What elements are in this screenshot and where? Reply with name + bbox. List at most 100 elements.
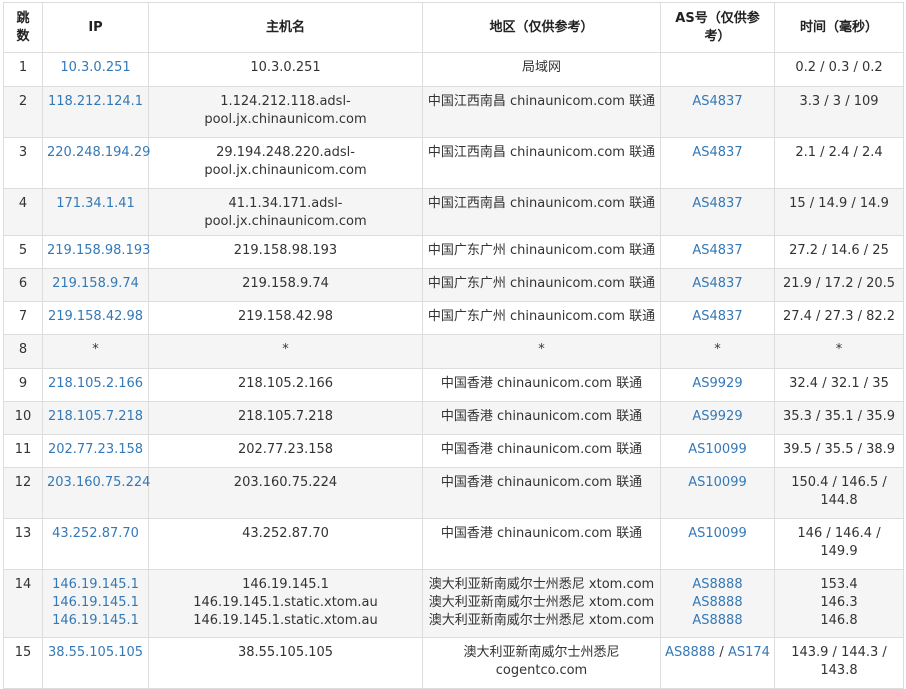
- ip-link[interactable]: 220.248.194.29: [47, 144, 150, 162]
- ip-link[interactable]: 146.19.145.1: [47, 594, 144, 612]
- ip-cell: 202.77.23.158: [42, 434, 149, 468]
- table-row: 2 118.212.124.1 1.124.212.118.adsl-pool.jx…: [3, 86, 904, 138]
- as-link[interactable]: AS4837: [665, 242, 770, 260]
- as-link[interactable]: AS4837: [665, 144, 770, 162]
- time-cell: 39.5 / 35.5 / 38.9: [774, 434, 904, 468]
- host-text: 1.124.212.118.adsl-: [220, 94, 351, 109]
- table-row: 8 * * * * *: [3, 334, 904, 369]
- region-text: 中国香港 chinaunicom.com 联通: [440, 376, 643, 391]
- as-link[interactable]: AS4837: [665, 275, 770, 293]
- time-cell: 150.4 / 146.5 / 144.8: [774, 467, 904, 519]
- as-cell: AS10099: [660, 467, 775, 519]
- as-link[interactable]: AS10099: [665, 474, 770, 492]
- host-text: 218.105.2.166: [237, 376, 334, 391]
- as-link[interactable]: AS174: [728, 645, 770, 660]
- ip-link[interactable]: 146.19.145.1: [47, 576, 144, 594]
- ip-link[interactable]: 219.158.98.193: [47, 242, 150, 260]
- as-cell: AS4837: [660, 137, 775, 189]
- as-link[interactable]: AS8888: [665, 645, 715, 660]
- host-text: 41.1.34.171.adsl-pool.jx.chinaunicom.com: [204, 196, 367, 229]
- as-cell: AS4837: [660, 235, 775, 269]
- time-text: 143.9 / 144.3 /: [791, 645, 887, 660]
- region-cell: 中国香港 chinaunicom.com 联通: [422, 368, 661, 402]
- region-cell: 中国广东广州 chinaunicom.com 联通: [422, 235, 661, 269]
- as-link[interactable]: AS10099: [665, 441, 770, 459]
- table-row: 10 218.105.7.218 218.105.7.218 中国香港 chinaun…: [3, 401, 904, 435]
- table-header-row: 跳数 IP 主机名 地区（仅供参考） AS号（仅供参考） 时间（毫秒）: [3, 2, 904, 53]
- as-link[interactable]: AS4837: [665, 93, 770, 111]
- as-cell: AS10099: [660, 518, 775, 570]
- host-text: 38.55.105.105: [237, 645, 334, 660]
- ip-link[interactable]: 218.105.7.218: [47, 408, 144, 426]
- host-cell: 219.158.9.74: [148, 268, 423, 302]
- as-link[interactable]: AS8888: [665, 576, 770, 594]
- ip-link[interactable]: 203.160.75.224: [47, 474, 150, 492]
- ip-link[interactable]: 43.252.87.70: [47, 525, 144, 543]
- ip-cell: 203.160.75.224: [42, 467, 150, 519]
- header-ip: IP: [42, 2, 149, 53]
- time-text: 144.8: [820, 493, 858, 508]
- time-text: 143.8: [820, 663, 858, 678]
- time-text: *: [835, 342, 843, 357]
- as-separator: /: [715, 645, 728, 660]
- time-text: 21.9 / 17.2 / 20.5: [782, 276, 896, 291]
- ip-link[interactable]: 219.158.9.74: [47, 275, 144, 293]
- ip-link[interactable]: 171.34.1.41: [47, 195, 144, 213]
- table-row: 11 202.77.23.158 202.77.23.158 中国香港 chinaun…: [3, 434, 904, 468]
- time-cell: 32.4 / 32.1 / 35: [774, 368, 904, 402]
- region-text: 中国香港 chinaunicom.com 联通: [440, 475, 643, 490]
- hop-cell: 10: [3, 401, 43, 435]
- host-cell: 146.19.145.1 146.19.145.1.static.xtom.au 1…: [148, 569, 423, 638]
- hop-cell: 9: [3, 368, 43, 402]
- hop-cell: 7: [3, 301, 43, 335]
- as-link[interactable]: AS9929: [665, 408, 770, 426]
- ip-link[interactable]: 38.55.105.105: [47, 644, 144, 662]
- as-text: *: [714, 342, 721, 357]
- ip-link[interactable]: 118.212.124.1: [47, 93, 144, 111]
- hop-cell: 1: [3, 52, 43, 87]
- as-link[interactable]: AS4837: [665, 195, 770, 213]
- ip-link[interactable]: 218.105.2.166: [47, 375, 144, 393]
- as-cell: AS4837: [660, 188, 775, 236]
- time-text: 150.4 / 146.5 /: [791, 475, 887, 490]
- time-cell: 0.2 / 0.3 / 0.2: [774, 52, 904, 87]
- region-cell: 中国香港 chinaunicom.com 联通: [422, 518, 661, 570]
- ip-cell: 219.158.98.193: [42, 235, 150, 269]
- region-text: 中国江西南昌 chinaunicom.com 联通: [427, 145, 656, 160]
- region-cell: *: [422, 334, 661, 369]
- host-text: pool.jx.chinaunicom.com: [204, 112, 367, 127]
- host-text: 29.194.248.220.adsl-: [216, 145, 355, 160]
- as-link[interactable]: AS8888: [665, 594, 770, 612]
- as-cell: AS10099: [660, 434, 775, 468]
- region-cell: 中国广东广州 chinaunicom.com 联通: [422, 301, 661, 335]
- table-row: 5 219.158.98.193 219.158.98.193 中国广东广州 chin…: [3, 235, 904, 269]
- time-text: 149.9: [820, 544, 858, 559]
- ip-link[interactable]: 202.77.23.158: [47, 441, 144, 459]
- time-cell: 3.3 / 3 / 109: [774, 86, 904, 138]
- region-cell: 中国江西南昌 chinaunicom.com 联通: [422, 86, 661, 138]
- ip-cell: 38.55.105.105: [42, 637, 149, 689]
- as-link[interactable]: AS8888: [665, 612, 770, 630]
- ip-link[interactable]: 146.19.145.1: [47, 612, 144, 630]
- table-row: 14 146.19.145.1 146.19.145.1 146.19.145.1 14…: [3, 569, 904, 638]
- ip-link[interactable]: 219.158.42.98: [47, 308, 144, 326]
- time-cell: 146 / 146.4 / 149.9: [774, 518, 904, 570]
- time-text: 39.5 / 35.5 / 38.9: [782, 442, 896, 457]
- host-text: 219.158.42.98: [237, 309, 334, 324]
- ip-link[interactable]: 10.3.0.251: [47, 59, 144, 77]
- host-cell: 43.252.87.70: [148, 518, 423, 570]
- region-text: *: [538, 342, 545, 357]
- region-text: cogentco.com: [495, 663, 588, 678]
- as-cell: AS4837: [660, 301, 775, 335]
- region-text: 中国广东广州 chinaunicom.com 联通: [427, 243, 656, 258]
- host-text: 202.77.23.158: [237, 442, 334, 457]
- host-cell: 219.158.42.98: [148, 301, 423, 335]
- as-link[interactable]: AS4837: [665, 308, 770, 326]
- as-link[interactable]: AS10099: [665, 525, 770, 543]
- time-cell: *: [774, 334, 904, 369]
- header-host: 主机名: [148, 2, 423, 53]
- as-link[interactable]: AS9929: [665, 375, 770, 393]
- time-text: 153.4: [820, 577, 858, 592]
- time-text: 27.2 / 14.6 / 25: [789, 243, 889, 258]
- table-row: 1 10.3.0.251 10.3.0.251 局域网 0.2 / 0.3 / 0.2: [3, 52, 904, 87]
